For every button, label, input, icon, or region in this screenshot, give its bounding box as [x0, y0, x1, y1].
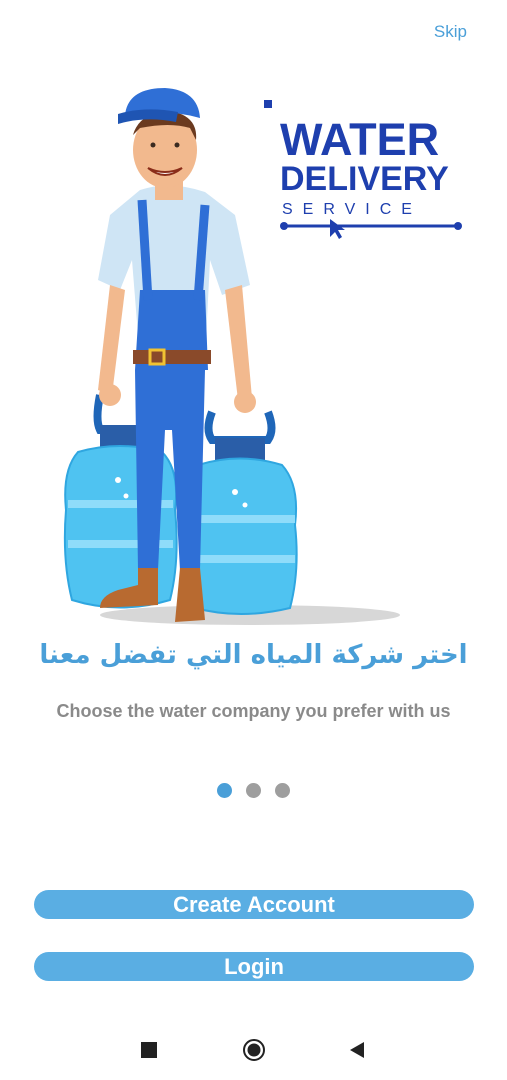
home-icon[interactable]: [242, 1038, 266, 1062]
skip-button[interactable]: Skip: [434, 22, 467, 42]
page-dot-2[interactable]: [246, 783, 261, 798]
system-navigation-bar: [0, 1020, 507, 1080]
logo-word-delivery: DELIVERY: [280, 160, 449, 198]
recents-icon[interactable]: [141, 1042, 157, 1058]
page-indicator: [0, 783, 507, 803]
page-dot-3[interactable]: [275, 783, 291, 798]
onboarding-subtitle: Choose the water company you prefer with…: [56, 701, 451, 721]
logo-word-service: SERVICE: [282, 201, 422, 218]
create-account-button[interactable]: Create Account: [34, 890, 474, 919]
back-icon[interactable]: [348, 1041, 366, 1059]
page-dot-1[interactable]: [216, 783, 232, 798]
onboarding-title-arabic: اختر شركة المياه التي تفضل معنا: [39, 640, 468, 670]
login-button[interactable]: Login: [34, 952, 474, 981]
logo-word-water: WATER: [280, 114, 439, 165]
water-delivery-service-logo: WATER DELIVERY SERVICE: [264, 100, 462, 239]
